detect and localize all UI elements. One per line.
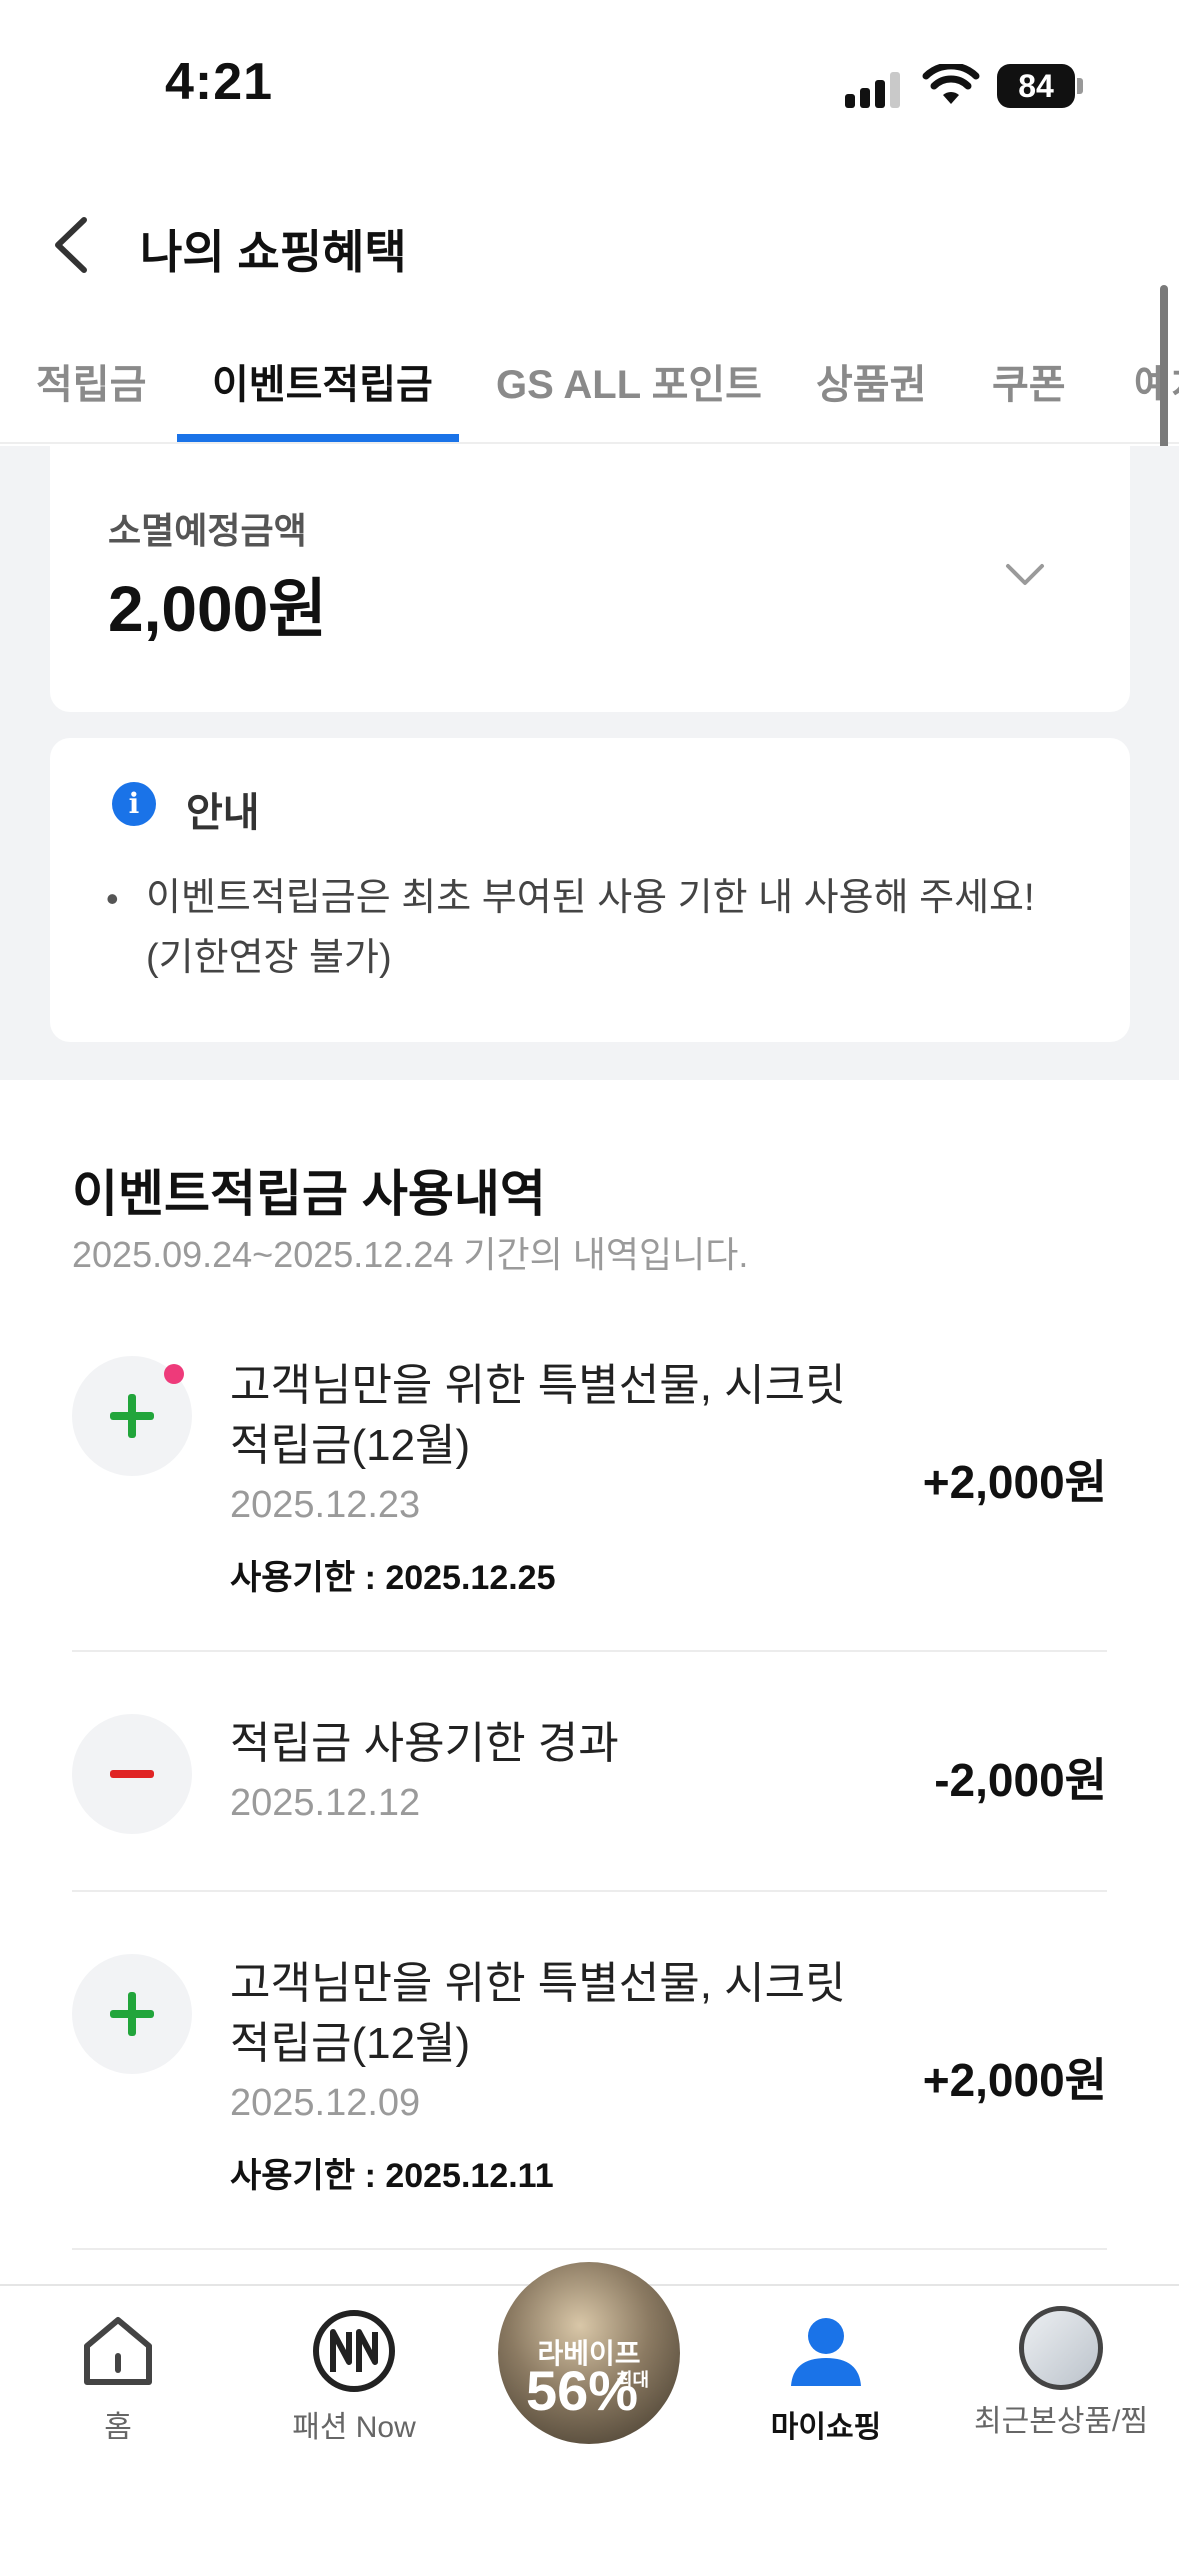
history-item-amount: -2,000원 bbox=[934, 1754, 1107, 1806]
expire-amount-value: 2,000원 bbox=[108, 573, 328, 645]
history-item: 고객님만을 위한 특별선물, 시크릿 적립금(12월) 2025.12.09 사… bbox=[72, 1954, 1107, 2214]
plus-icon bbox=[110, 1992, 154, 2036]
info-icon: i bbox=[112, 782, 156, 826]
page-title: 나의 쇼핑혜택 bbox=[140, 226, 407, 278]
history-period: 2025.09.24~2025.12.24 기간의 내역입니다. bbox=[72, 1234, 749, 1275]
divider bbox=[72, 1890, 1107, 1892]
wifi-icon bbox=[922, 64, 980, 104]
cellular-signal-icon bbox=[845, 70, 905, 108]
nav-recent-products[interactable]: 최근본상품/찜 bbox=[943, 2306, 1179, 2440]
tab-gs-all-point[interactable]: GS ALL 포인트 bbox=[496, 352, 762, 410]
history-item-title: 고객님만을 위한 특별선물, 시크릿 적립금(12월) bbox=[230, 1959, 846, 2068]
tab-deposit[interactable]: 예치 bbox=[1134, 352, 1179, 410]
fashion-now-icon bbox=[313, 2310, 395, 2392]
history-item-date: 2025.12.23 bbox=[230, 1484, 421, 1526]
recent-product-thumbnail bbox=[1019, 2306, 1103, 2390]
nav-recent-products-label: 최근본상품/찜 bbox=[974, 2405, 1148, 2438]
page-header: 나의 쇼핑혜택 bbox=[0, 190, 1179, 300]
nav-fashion-now-label: 패션 Now bbox=[292, 2411, 416, 2444]
tab-bar: 적립금 이벤트적립금 GS ALL 포인트 상품권 쿠폰 예치 bbox=[0, 330, 1179, 444]
tab-coupon[interactable]: 쿠폰 bbox=[992, 352, 1066, 410]
expire-amount-label: 소멸예정금액 bbox=[108, 510, 307, 551]
history-item-amount: +2,000원 bbox=[922, 2054, 1107, 2106]
battery-tip bbox=[1077, 78, 1083, 94]
nav-fashion-now[interactable]: 패션 Now bbox=[236, 2306, 472, 2446]
plus-badge bbox=[72, 1954, 192, 2074]
history-item-expire: 사용기한 : 2025.12.25 bbox=[230, 1559, 556, 1597]
tab-event-points[interactable]: 이벤트적립금 bbox=[212, 352, 433, 410]
divider bbox=[72, 1650, 1107, 1652]
tab-points[interactable]: 적립금 bbox=[36, 352, 146, 410]
minus-icon bbox=[110, 1770, 154, 1778]
notice-text: 이벤트적립금은 최초 부여된 사용 기한 내 사용해 주세요! (기한연장 불가… bbox=[146, 877, 1035, 979]
nav-home[interactable]: 홈 bbox=[0, 2306, 236, 2446]
notice-bullet: • bbox=[106, 878, 119, 919]
new-dot-icon bbox=[164, 1364, 184, 1384]
minus-badge bbox=[72, 1714, 192, 1834]
back-button[interactable] bbox=[44, 210, 104, 280]
divider bbox=[72, 2248, 1107, 2250]
history-title: 이벤트적립금 사용내역 bbox=[72, 1166, 546, 1222]
bottom-navigation: 홈 패션 Now 라베이프 56% 최대 마이쇼핑 최근본상품/찜 bbox=[0, 2262, 1179, 2556]
plus-badge bbox=[72, 1356, 192, 1476]
status-bar: 4:21 84 bbox=[0, 0, 1179, 150]
battery-indicator: 84 bbox=[997, 64, 1075, 108]
history-item-date: 2025.12.12 bbox=[230, 1782, 421, 1824]
person-icon bbox=[791, 2318, 861, 2386]
promo-max-label: 최대 bbox=[616, 2370, 650, 2390]
summary-section: 소멸예정금액 2,000원 i 안내 • 이벤트적립금은 최초 부여된 사용 기… bbox=[0, 446, 1179, 1080]
history-item-amount: +2,000원 bbox=[922, 1456, 1107, 1508]
chevron-down-icon[interactable] bbox=[1000, 556, 1050, 596]
promo-banner-button[interactable]: 라베이프 56% 최대 bbox=[498, 2262, 680, 2444]
nav-home-label: 홈 bbox=[104, 2411, 132, 2444]
tab-gift-card[interactable]: 상품권 bbox=[816, 352, 926, 410]
history-item-title: 고객님만을 위한 특별선물, 시크릿 적립금(12월) bbox=[230, 1361, 846, 1470]
active-tab-indicator bbox=[177, 434, 459, 442]
plus-icon bbox=[110, 1394, 154, 1438]
expire-amount-card[interactable]: 소멸예정금액 2,000원 bbox=[50, 446, 1130, 712]
history-item-date: 2025.12.09 bbox=[230, 2082, 421, 2124]
history-item: 적립금 사용기한 경과 2025.12.12 -2,000원 bbox=[72, 1714, 1107, 1854]
notice-title: 안내 bbox=[186, 791, 260, 835]
history-item-title: 적립금 사용기한 경과 bbox=[230, 1719, 619, 1768]
nav-my-shopping-label: 마이쇼핑 bbox=[770, 2411, 882, 2444]
home-icon bbox=[84, 2317, 152, 2385]
history-item-expire: 사용기한 : 2025.12.11 bbox=[230, 2157, 554, 2195]
notice-card: i 안내 • 이벤트적립금은 최초 부여된 사용 기한 내 사용해 주세요! (… bbox=[50, 738, 1130, 1042]
history-item: 고객님만을 위한 특별선물, 시크릿 적립금(12월) 2025.12.23 사… bbox=[72, 1356, 1107, 1616]
nav-my-shopping[interactable]: 마이쇼핑 bbox=[708, 2306, 944, 2446]
status-time: 4:21 bbox=[165, 53, 274, 111]
